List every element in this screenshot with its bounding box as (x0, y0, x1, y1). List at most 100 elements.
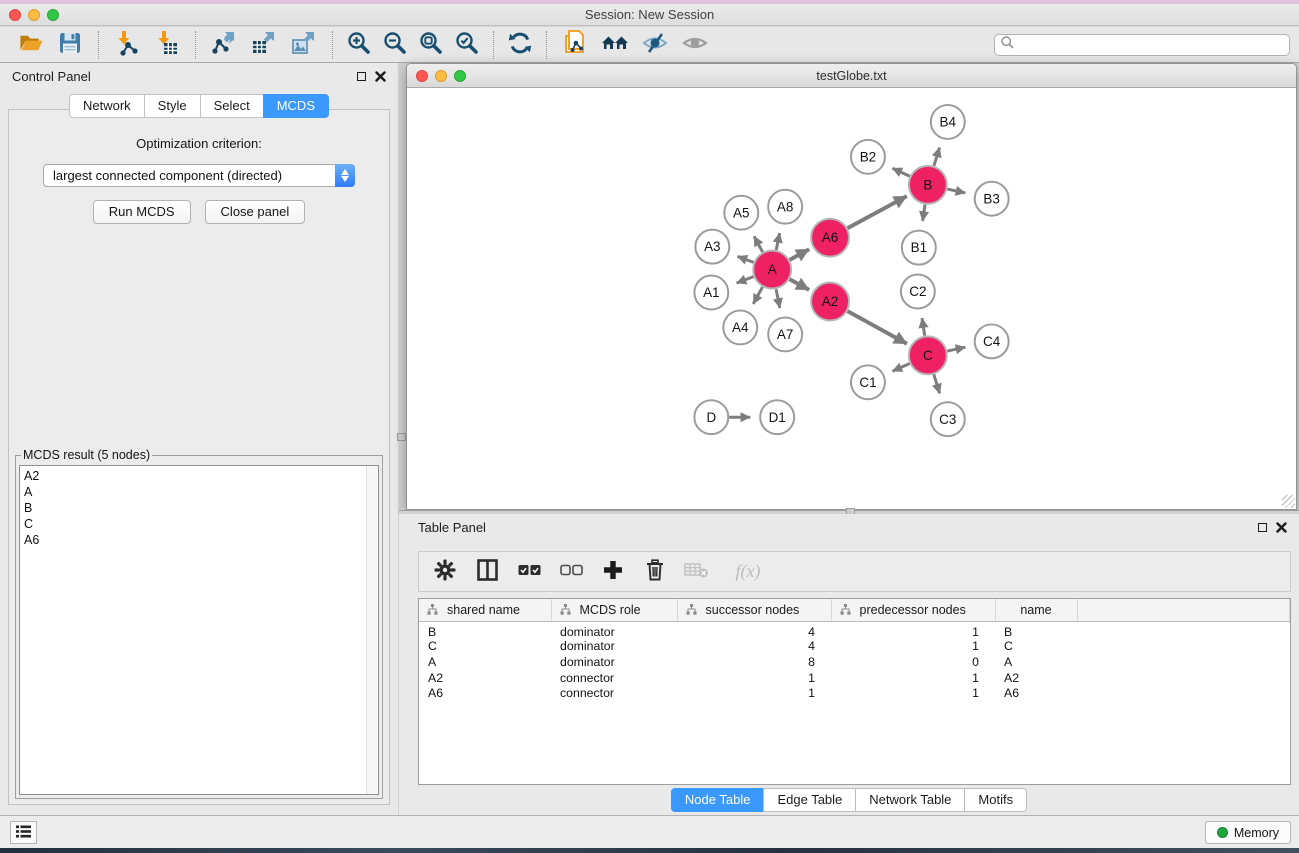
graph-node-A7[interactable]: A7 (768, 317, 802, 351)
export-image-button[interactable] (284, 30, 324, 60)
graph-node-A3[interactable]: A3 (695, 230, 729, 264)
delete-column-button[interactable] (641, 557, 669, 587)
graph-edge-A-A3[interactable] (737, 256, 753, 262)
graph-node-B1[interactable]: B1 (902, 231, 936, 265)
graph-node-A1[interactable]: A1 (694, 276, 728, 310)
search-input[interactable] (1015, 38, 1289, 53)
column-manager-button[interactable] (473, 557, 501, 587)
column-header-MCDS-role[interactable]: MCDS role (551, 599, 677, 621)
export-table-button[interactable] (244, 30, 284, 60)
float-panel-icon[interactable] (1258, 523, 1267, 532)
result-item-A2[interactable]: A2 (24, 468, 378, 484)
graph-edge-B-B3[interactable] (947, 189, 965, 193)
graph-node-A[interactable]: A (753, 251, 791, 289)
graph-edge-B-B4[interactable] (934, 148, 940, 166)
graph-edge-C-C4[interactable] (947, 347, 965, 351)
tab-node-table[interactable]: Node Table (671, 788, 765, 812)
column-header-shared-name[interactable]: shared name (419, 599, 551, 621)
result-item-C[interactable]: C (24, 516, 378, 532)
graph-node-A5[interactable]: A5 (724, 196, 758, 230)
zoom-in-button[interactable] (341, 30, 377, 60)
zoom-selected-button[interactable] (449, 30, 485, 60)
deselect-all-button[interactable] (557, 557, 585, 587)
graph-edge-A-A2[interactable] (790, 279, 809, 290)
window-resize-grip[interactable] (1282, 495, 1295, 508)
apply-function-button[interactable]: f(x) (725, 557, 771, 587)
tab-network[interactable]: Network (69, 94, 145, 118)
graph-edge-A-A5[interactable] (754, 236, 762, 252)
close-panel-button[interactable]: Close panel (205, 200, 306, 224)
minimize-network-window-button[interactable] (435, 70, 447, 82)
graph-node-A6[interactable]: A6 (811, 219, 849, 257)
delete-table-button[interactable] (683, 557, 711, 587)
tab-mcds[interactable]: MCDS (263, 94, 329, 118)
tab-motifs[interactable]: Motifs (964, 788, 1027, 812)
zoom-network-window-button[interactable] (454, 70, 466, 82)
close-window-button[interactable] (9, 9, 21, 21)
result-item-B[interactable]: B (24, 500, 378, 516)
run-mcds-button[interactable]: Run MCDS (93, 200, 191, 224)
table-row-C[interactable]: Cdominator41C (419, 639, 1290, 655)
table-row-A[interactable]: Adominator80A (419, 654, 1290, 670)
graph-node-B4[interactable]: B4 (931, 105, 965, 139)
table-row-B[interactable]: Bdominator41B (419, 621, 1290, 639)
open-file-button[interactable] (10, 30, 50, 60)
new-network-from-selection-button[interactable] (555, 30, 595, 60)
optimization-criterion-select[interactable]: largest connected component (directed) (43, 164, 355, 187)
import-network-button[interactable] (107, 30, 147, 60)
zoom-window-button[interactable] (47, 9, 59, 21)
result-list-scrollbar[interactable] (366, 466, 378, 794)
tab-style[interactable]: Style (144, 94, 201, 118)
graph-node-A4[interactable]: A4 (723, 310, 757, 344)
graph-node-C4[interactable]: C4 (975, 324, 1009, 358)
graph-edge-B-B1[interactable] (923, 205, 925, 221)
column-header-name[interactable]: name (995, 599, 1077, 621)
zoom-fit-button[interactable] (413, 30, 449, 60)
column-header-successor-nodes[interactable]: successor nodes (677, 599, 831, 621)
graph-edge-A6-B[interactable] (848, 196, 907, 228)
graph-node-C1[interactable]: C1 (851, 365, 885, 399)
first-neighbors-button[interactable] (595, 30, 635, 60)
graph-edge-A-A8[interactable] (776, 233, 779, 250)
tab-select[interactable]: Select (200, 94, 264, 118)
graph-node-C2[interactable]: C2 (901, 275, 935, 309)
graph-edge-B-B2[interactable] (892, 168, 909, 176)
graph-node-B2[interactable]: B2 (851, 140, 885, 174)
select-all-button[interactable] (515, 557, 543, 587)
table-row-A2[interactable]: A2connector11A2 (419, 670, 1290, 686)
graph-node-B3[interactable]: B3 (975, 182, 1009, 216)
tab-network-table[interactable]: Network Table (855, 788, 965, 812)
column-header-predecessor-nodes[interactable]: predecessor nodes (831, 599, 995, 621)
result-item-A6[interactable]: A6 (24, 532, 378, 548)
hide-selected-button[interactable] (635, 30, 675, 60)
graph-edge-A-A4[interactable] (753, 287, 762, 304)
graph-node-C[interactable]: C (909, 336, 947, 374)
graph-edge-C-C3[interactable] (934, 374, 940, 393)
save-session-button[interactable] (50, 30, 90, 60)
graph-edge-C-C2[interactable] (922, 318, 925, 335)
graph-node-A2[interactable]: A2 (811, 283, 849, 321)
network-canvas[interactable]: AA1A2A3A4A5A6A7A8BB1B2B3B4CC1C2C3C4DD1 (407, 89, 1296, 509)
import-table-button[interactable] (147, 30, 187, 60)
minimize-window-button[interactable] (28, 9, 40, 21)
memory-button[interactable]: Memory (1205, 821, 1291, 844)
close-panel-icon[interactable] (1276, 522, 1287, 533)
graph-node-B[interactable]: B (909, 166, 947, 204)
close-network-window-button[interactable] (416, 70, 428, 82)
export-network-button[interactable] (204, 30, 244, 60)
tab-edge-table[interactable]: Edge Table (763, 788, 856, 812)
splitter-handle[interactable] (397, 433, 406, 441)
graph-edge-A-A7[interactable] (776, 289, 780, 308)
network-window-titlebar[interactable]: testGlobe.txt (407, 64, 1296, 88)
graph-edge-A2-C[interactable] (848, 311, 907, 344)
graph-edge-A-A1[interactable] (737, 277, 754, 283)
graph-edge-A-A6[interactable] (790, 249, 809, 260)
table-row-A6[interactable]: A6connector11A6 (419, 686, 1290, 702)
graph-node-A8[interactable]: A8 (768, 190, 802, 224)
result-item-A[interactable]: A (24, 484, 378, 500)
graph-node-D1[interactable]: D1 (760, 400, 794, 434)
graph-node-C3[interactable]: C3 (931, 402, 965, 436)
task-history-button[interactable] (10, 821, 37, 844)
close-panel-icon[interactable] (375, 71, 386, 82)
float-panel-icon[interactable] (357, 72, 366, 81)
